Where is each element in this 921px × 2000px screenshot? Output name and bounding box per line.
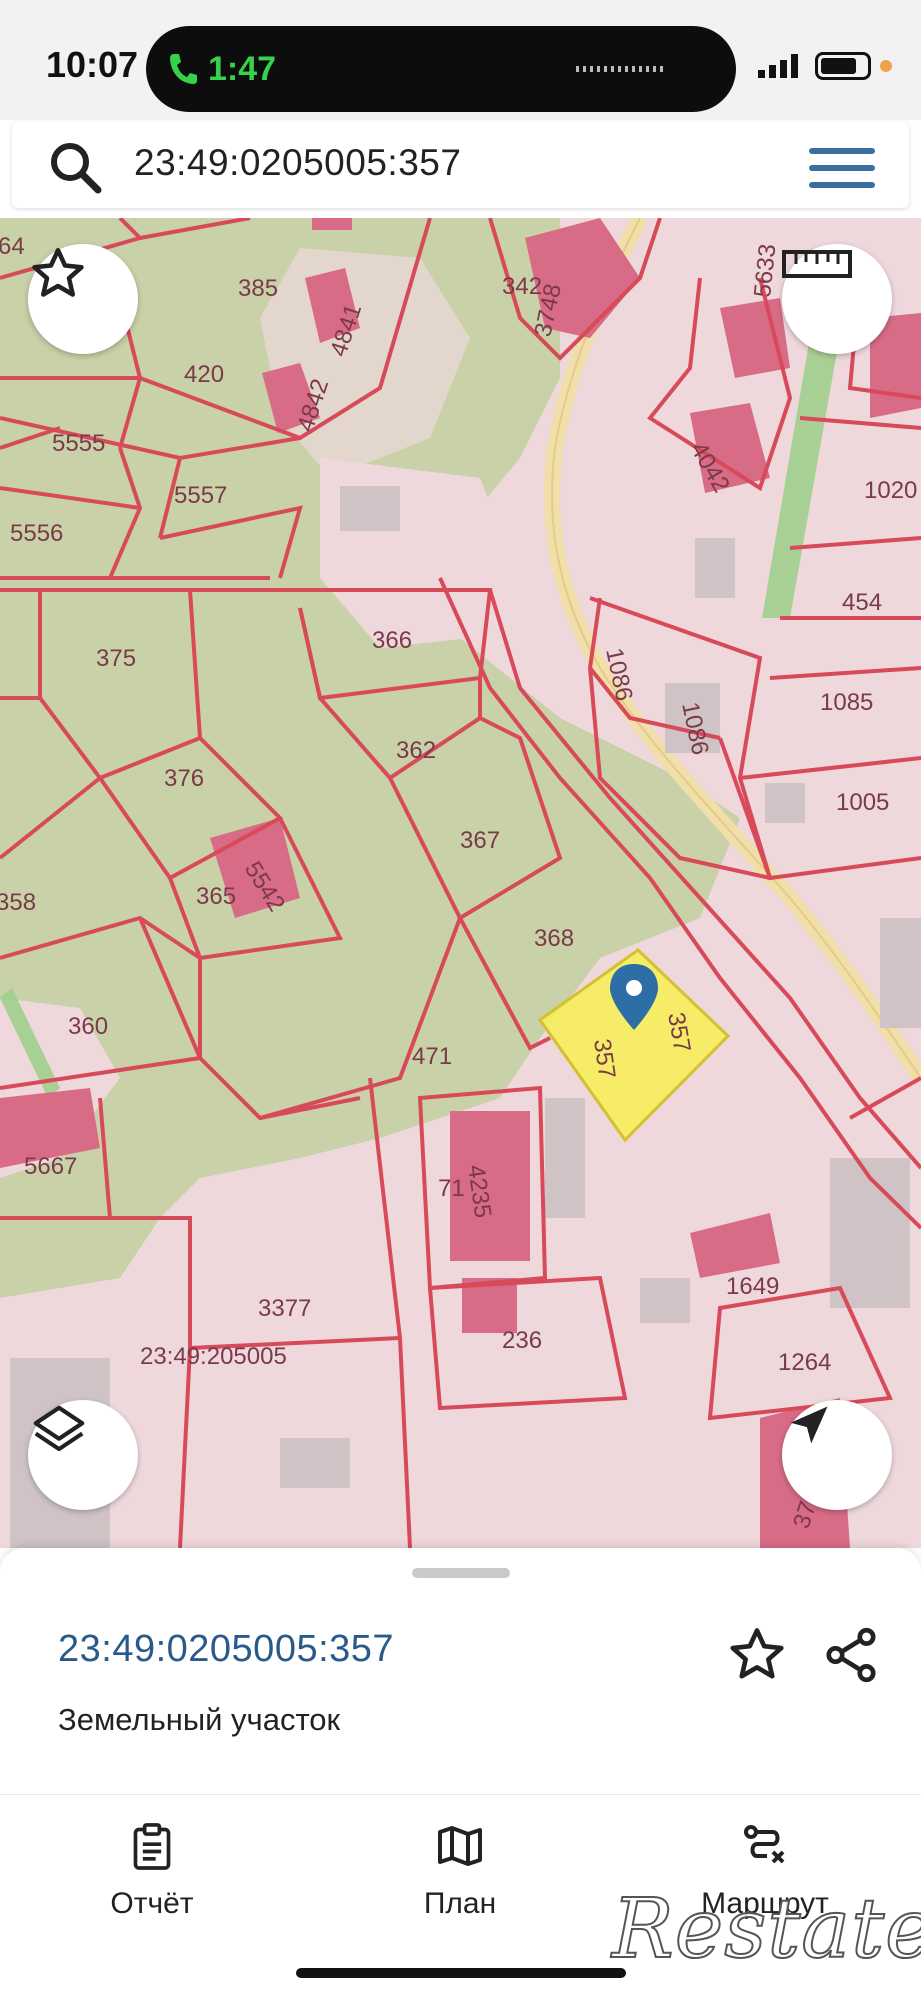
menu-icon[interactable] bbox=[809, 146, 875, 190]
cadastral-map[interactable]: 64 385 4841 420 4842 5555 5557 5556 342 … bbox=[0, 218, 921, 1548]
parcel-label: 5667 bbox=[24, 1153, 77, 1180]
parcel-label: 342 bbox=[502, 273, 542, 300]
parcel-label: 1020 bbox=[864, 477, 917, 504]
parcel-label: 5555 bbox=[52, 430, 105, 457]
favorite-star-icon[interactable] bbox=[726, 1624, 788, 1686]
parcel-label: 64 bbox=[0, 233, 25, 260]
tab-plan[interactable]: План bbox=[360, 1819, 560, 1921]
parcel-label: 454 bbox=[842, 589, 882, 616]
structure bbox=[765, 783, 805, 823]
battery-icon bbox=[815, 52, 871, 80]
search-icon[interactable] bbox=[48, 140, 104, 196]
ruler-icon bbox=[782, 250, 852, 278]
parcel-cadastral-number: 23:49:0205005:357 bbox=[58, 1628, 395, 1670]
star-icon bbox=[32, 248, 84, 297]
structure bbox=[695, 538, 735, 598]
parcel-label: 1264 bbox=[778, 1349, 831, 1376]
parcel-label: 420 bbox=[184, 361, 224, 388]
share-icon[interactable] bbox=[820, 1624, 882, 1686]
ruler-button[interactable] bbox=[782, 244, 892, 354]
parcel-label: 5633 bbox=[749, 243, 781, 299]
parcel-label: 236 bbox=[502, 1327, 542, 1354]
watermark-logo: Restate bbox=[611, 1881, 921, 1978]
parcel-border bbox=[739, 756, 921, 780]
structure bbox=[340, 486, 400, 531]
tab-label: План bbox=[423, 1887, 497, 1920]
parcel-label: 1086 bbox=[600, 646, 638, 704]
parcel-border bbox=[398, 1337, 412, 1548]
structure bbox=[880, 918, 921, 1028]
structure bbox=[545, 1098, 585, 1218]
navigation-arrow-icon bbox=[790, 1406, 828, 1444]
search-input[interactable]: 23:49:0205005:357 bbox=[134, 142, 461, 184]
parcel-label: 1085 bbox=[820, 689, 873, 716]
parcel-border bbox=[769, 666, 921, 680]
parcel-label: 360 bbox=[68, 1013, 108, 1040]
structure bbox=[280, 1438, 350, 1488]
parcel-info-sheet[interactable]: 23:49:0205005:357 Земельный участок bbox=[0, 1548, 921, 1794]
my-location-button[interactable] bbox=[782, 1400, 892, 1510]
building bbox=[720, 298, 790, 378]
parcel-label: 3377 bbox=[258, 1295, 311, 1322]
home-indicator[interactable] bbox=[296, 1968, 626, 1978]
layers-button[interactable] bbox=[28, 1400, 138, 1510]
parcel-label: 365 bbox=[196, 883, 236, 910]
parcel-label: 5556 bbox=[10, 520, 63, 547]
parcel-border bbox=[789, 536, 921, 550]
building bbox=[690, 1213, 780, 1278]
parcel-label: 376 bbox=[164, 765, 204, 792]
phone-icon bbox=[170, 54, 197, 84]
parcel-label: 368 bbox=[534, 925, 574, 952]
map-icon bbox=[438, 1826, 482, 1866]
search-bar[interactable]: 23:49:0205005:357 bbox=[12, 122, 909, 208]
sheet-drag-handle[interactable] bbox=[412, 1568, 510, 1578]
parcel-label: 5557 bbox=[174, 482, 227, 509]
signal-icon bbox=[758, 54, 798, 78]
privacy-indicator-dot bbox=[880, 60, 892, 72]
parcel-label: 385 bbox=[238, 275, 278, 302]
parcel-label: 71 bbox=[438, 1175, 465, 1202]
audio-waveform-icon bbox=[576, 66, 666, 72]
map-canvas[interactable]: 64 385 4841 420 4842 5555 5557 5556 342 … bbox=[0, 218, 921, 1548]
status-time: 10:07 bbox=[46, 44, 139, 85]
tab-report[interactable]: Отчёт bbox=[52, 1819, 252, 1921]
parcel-label: 362 bbox=[396, 737, 436, 764]
tab-label: Отчёт bbox=[110, 1887, 194, 1920]
selected-parcel-label: 357 bbox=[588, 1037, 620, 1080]
favorite-map-button[interactable] bbox=[28, 244, 138, 354]
parcel-label: 358 bbox=[0, 889, 36, 916]
parcel-type: Земельный участок bbox=[58, 1702, 341, 1737]
active-call-pill[interactable]: 1:47 bbox=[146, 26, 736, 112]
route-icon bbox=[744, 1825, 785, 1864]
structure bbox=[640, 1278, 690, 1323]
layers-icon bbox=[33, 1405, 85, 1452]
parcel-label: 1005 bbox=[836, 789, 889, 816]
parcel-label: 375 bbox=[96, 645, 136, 672]
parcel-label: 1649 bbox=[726, 1273, 779, 1300]
status-bar: 10:07 1:47 bbox=[0, 0, 921, 120]
parcel-label: 367 bbox=[460, 827, 500, 854]
cadastral-block-label: 23:49:205005 bbox=[140, 1343, 287, 1370]
building bbox=[312, 218, 352, 230]
clipboard-icon bbox=[133, 1823, 171, 1870]
parcel-label: 366 bbox=[372, 627, 412, 654]
call-duration: 1:47 bbox=[208, 50, 277, 88]
parcel-label: 471 bbox=[412, 1043, 452, 1070]
parcel-border bbox=[178, 1347, 192, 1548]
